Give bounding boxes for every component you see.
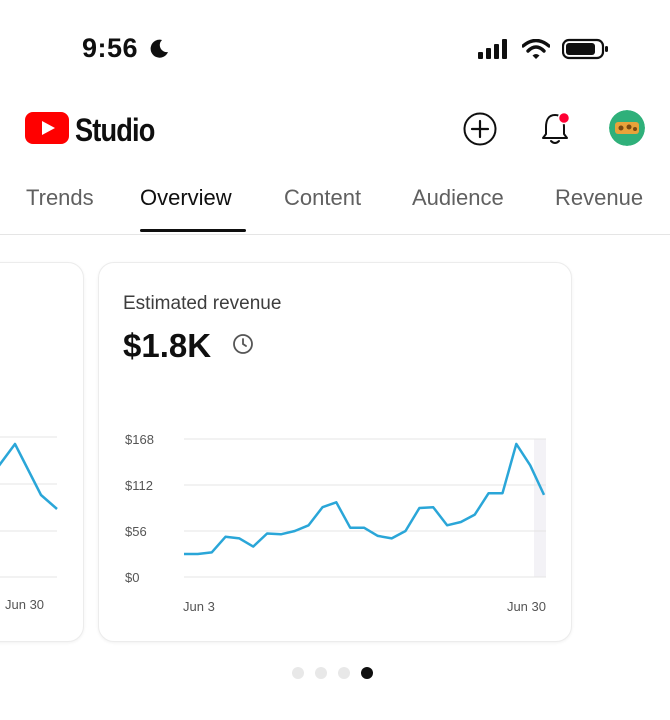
cellular-signal-icon [478, 39, 510, 64]
card-pagination [292, 667, 373, 679]
create-button[interactable] [462, 111, 498, 152]
status-time: 9:56 [82, 33, 139, 63]
active-tab-indicator [140, 229, 246, 232]
revenue-chart: $0 $56 $112 $168 Jun 3 Jun 30 [125, 432, 546, 614]
status-icons [478, 38, 610, 65]
previous-chart-x-label: Jun 30 [5, 597, 45, 612]
battery-icon [561, 38, 610, 65]
status-bar: 9:56 [0, 0, 670, 100]
page-dot[interactable] [292, 667, 304, 679]
x-tick-label: Jun 30 [507, 599, 546, 614]
tab-audience[interactable]: Audience [412, 185, 504, 211]
tab-bar: Trends Overview Content Audience Revenue [0, 170, 670, 235]
y-tick-label: $0 [125, 570, 139, 585]
tab-overview[interactable]: Overview [140, 185, 232, 211]
tab-revenue[interactable]: Revenue [555, 185, 643, 211]
youtube-studio-logo[interactable]: Studio [25, 112, 169, 149]
app-bar: Studio [0, 100, 670, 160]
tab-content[interactable]: Content [284, 185, 361, 211]
revenue-series-line [184, 442, 546, 556]
notifications-bell-icon[interactable] [538, 110, 574, 153]
y-tick-label: $56 [125, 524, 147, 539]
youtube-play-icon [25, 112, 69, 149]
estimated-revenue-card[interactable]: Estimated revenue $1.8K $0 $56 $112 $168 Jun… [98, 262, 572, 642]
avatar[interactable] [609, 110, 645, 146]
page-dot[interactable] [338, 667, 350, 679]
app-name: Studio [75, 112, 155, 148]
y-tick-label: $168 [125, 432, 154, 447]
x-tick-label: Jun 3 [183, 599, 215, 614]
chart-highlight-band [534, 439, 546, 577]
previous-chart-line [0, 442, 58, 510]
page-dot[interactable] [315, 667, 327, 679]
previous-metric-card[interactable]: Jun 30 [0, 262, 84, 642]
moon-icon [148, 38, 170, 65]
y-tick-label: $112 [125, 478, 153, 493]
page-dot-active[interactable] [361, 667, 373, 679]
tab-trends[interactable]: Trends [26, 185, 94, 211]
wifi-icon [521, 38, 551, 64]
